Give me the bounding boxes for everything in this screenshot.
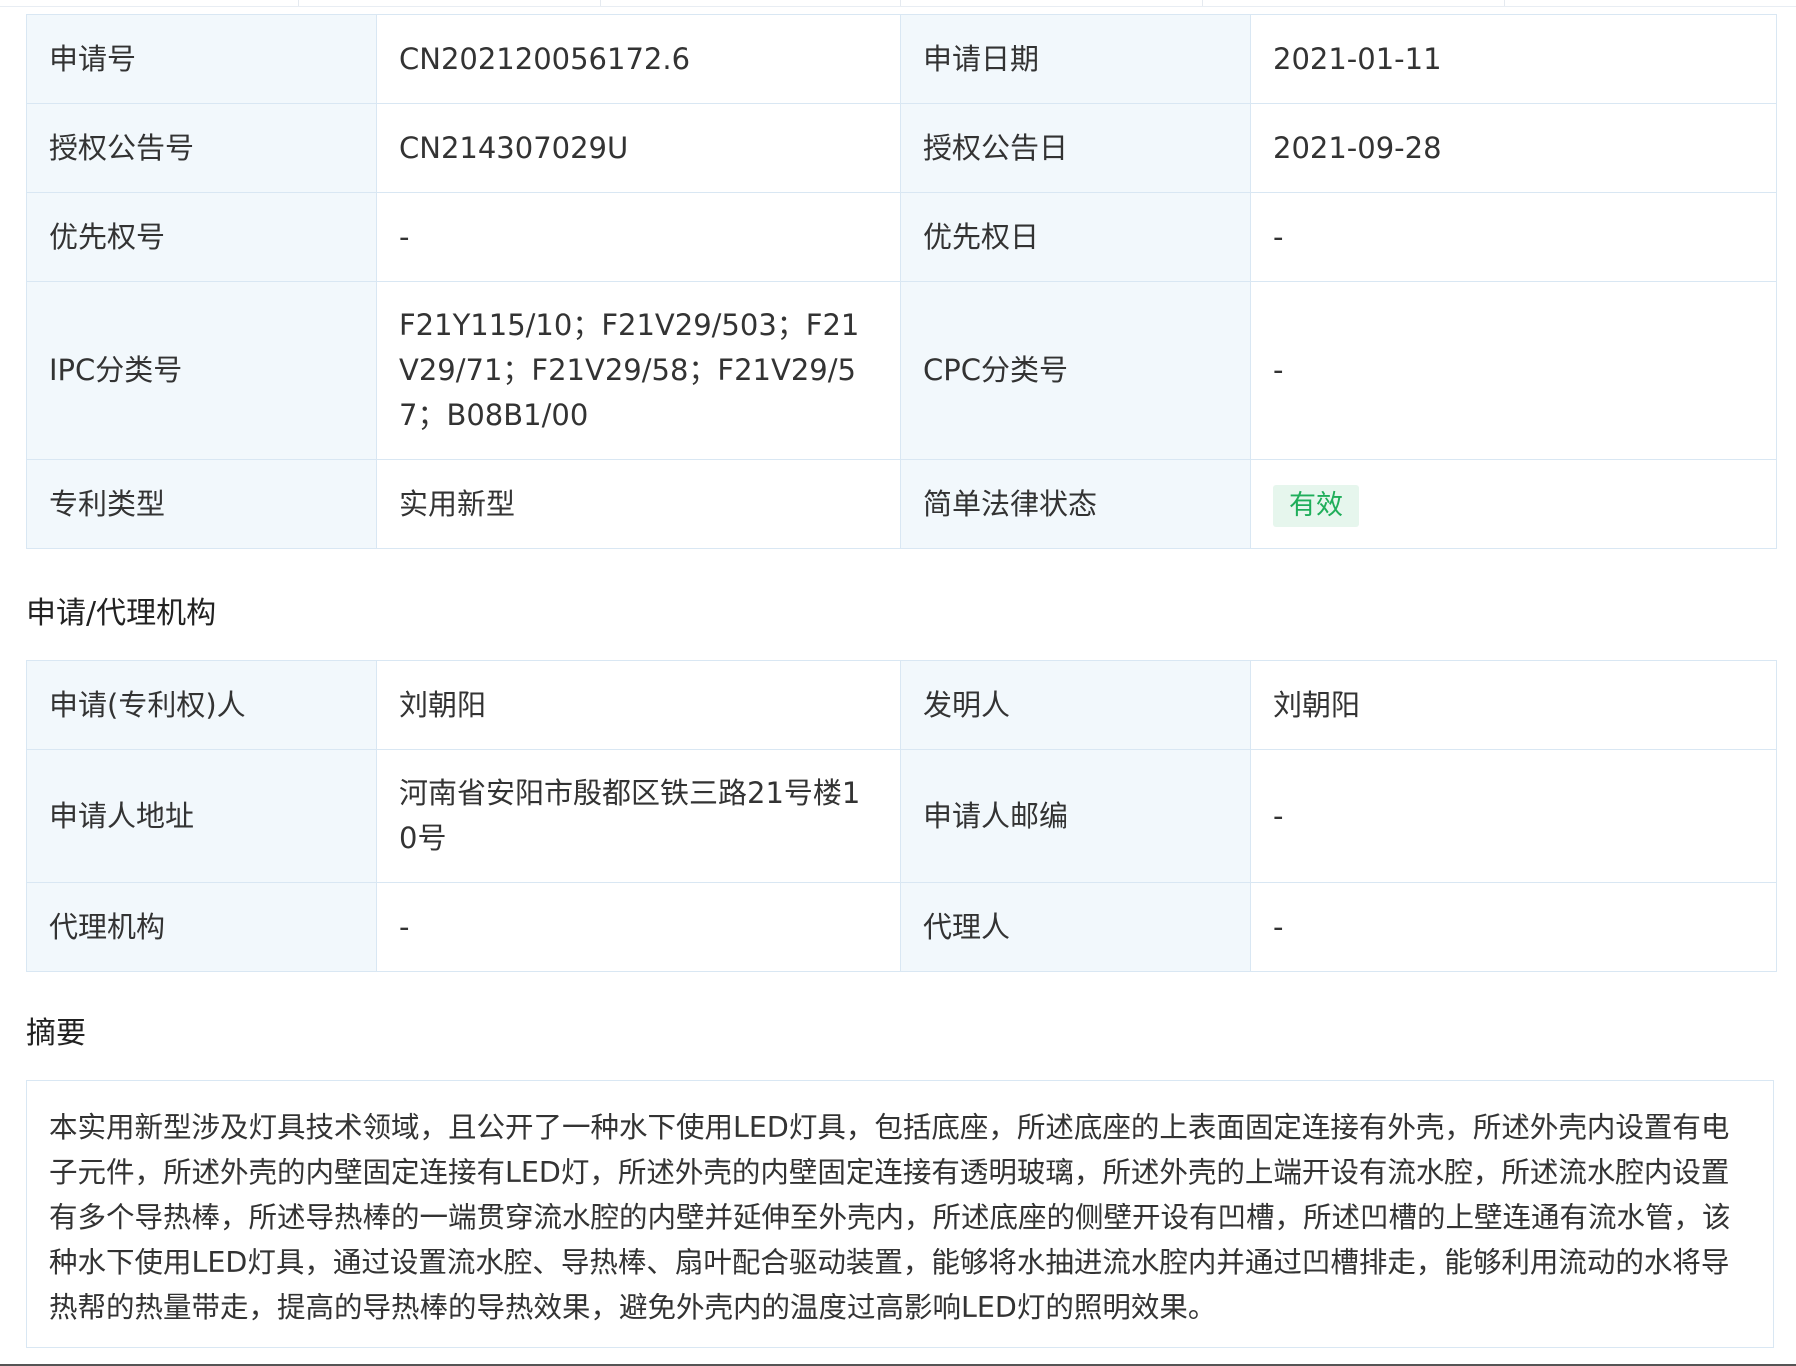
value-applicant-postcode: - [1250, 749, 1777, 883]
table-row: 优先权号 - 优先权日 - [26, 192, 1777, 282]
value-applicant: 刘朝阳 [376, 660, 901, 750]
value-agency: - [376, 882, 901, 972]
label-priority-number: 优先权号 [26, 192, 377, 282]
section-title-agency: 申请/代理机构 [26, 596, 217, 631]
table-row: 专利类型 实用新型 简单法律状态 有效 [26, 459, 1777, 549]
label-applicant-address: 申请人地址 [26, 749, 377, 883]
value-priority-number: - [376, 192, 901, 282]
value-patent-type: 实用新型 [376, 459, 901, 549]
basic-info-table: 申请号 CN202120056172.6 申请日期 2021-01-11 授权公… [26, 14, 1777, 549]
value-inventor: 刘朝阳 [1250, 660, 1777, 750]
tab-divider [1202, 0, 1203, 6]
value-application-date: 2021-01-11 [1250, 14, 1777, 104]
label-priority-date: 优先权日 [900, 192, 1251, 282]
table-row: 授权公告号 CN214307029U 授权公告日 2021-09-28 [26, 103, 1777, 193]
value-grant-number: CN214307029U [376, 103, 901, 193]
patent-detail-page: 申请号 CN202120056172.6 申请日期 2021-01-11 授权公… [0, 0, 1796, 1366]
tab-divider [1504, 0, 1505, 6]
value-application-number: CN202120056172.6 [376, 14, 901, 104]
table-row: IPC分类号 F21Y115/10；F21V29/503；F21V29/71；F… [26, 281, 1777, 460]
label-agent: 代理人 [900, 882, 1251, 972]
section-title-abstract: 摘要 [26, 1016, 86, 1051]
value-agent: - [1250, 882, 1777, 972]
label-application-number: 申请号 [26, 14, 377, 104]
value-cpc-class: - [1250, 281, 1777, 460]
abstract-text: 本实用新型涉及灯具技术领域，且公开了一种水下使用LED灯具，包括底座，所述底座的… [26, 1080, 1774, 1348]
table-row: 申请(专利权)人 刘朝阳 发明人 刘朝阳 [26, 660, 1777, 750]
tab-divider [600, 0, 601, 6]
label-ipc-class: IPC分类号 [26, 281, 377, 460]
label-grant-date: 授权公告日 [900, 103, 1251, 193]
label-applicant: 申请(专利权)人 [26, 660, 377, 750]
table-row: 代理机构 - 代理人 - [26, 882, 1777, 972]
tab-divider [900, 0, 901, 6]
table-row: 申请号 CN202120056172.6 申请日期 2021-01-11 [26, 14, 1777, 104]
label-cpc-class: CPC分类号 [900, 281, 1251, 460]
agency-table: 申请(专利权)人 刘朝阳 发明人 刘朝阳 申请人地址 河南省安阳市殷都区铁三路2… [26, 660, 1777, 972]
value-priority-date: - [1250, 192, 1777, 282]
table-row: 申请人地址 河南省安阳市殷都区铁三路21号楼10号 申请人邮编 - [26, 749, 1777, 883]
label-grant-number: 授权公告号 [26, 103, 377, 193]
value-grant-date: 2021-09-28 [1250, 103, 1777, 193]
top-tab-strip [0, 0, 1796, 7]
value-applicant-address: 河南省安阳市殷都区铁三路21号楼10号 [376, 749, 901, 883]
label-inventor: 发明人 [900, 660, 1251, 750]
label-application-date: 申请日期 [900, 14, 1251, 104]
label-agency: 代理机构 [26, 882, 377, 972]
status-badge: 有效 [1273, 484, 1359, 527]
value-ipc-class: F21Y115/10；F21V29/503；F21V29/71；F21V29/5… [376, 281, 901, 460]
tab-divider [298, 0, 299, 6]
value-legal-status-cell: 有效 [1250, 459, 1777, 549]
label-patent-type: 专利类型 [26, 459, 377, 549]
label-applicant-postcode: 申请人邮编 [900, 749, 1251, 883]
label-legal-status: 简单法律状态 [900, 459, 1251, 549]
